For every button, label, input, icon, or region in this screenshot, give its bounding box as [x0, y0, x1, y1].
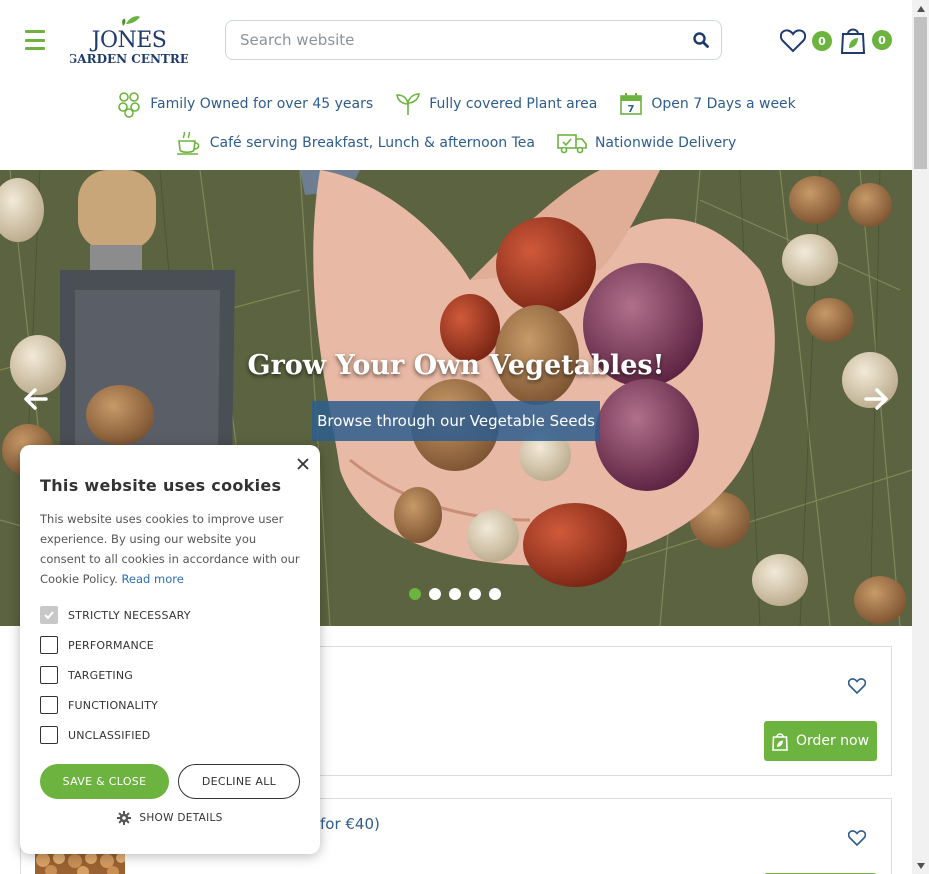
delivery-truck-icon: [557, 134, 587, 154]
cart-button[interactable]: 0: [840, 24, 896, 56]
cookie-option-label: TARGETING: [68, 668, 134, 682]
cookie-option-label: FUNCTIONALITY: [68, 698, 159, 712]
cookie-dialog: This website uses cookies This website u…: [20, 445, 320, 854]
slider-dots: [409, 588, 501, 600]
triangle-down-icon: [916, 862, 925, 869]
add-to-wishlist-button[interactable]: [847, 678, 868, 696]
slider-dot-5[interactable]: [489, 588, 501, 600]
sprout-icon: [396, 93, 421, 115]
heart-icon: [847, 678, 867, 695]
cookie-description: This website uses cookies to improve use…: [40, 509, 302, 589]
arrow-right-icon: [864, 388, 888, 410]
usp-plant-area-text: Fully covered Plant area: [429, 96, 598, 112]
slider-next-button[interactable]: [862, 385, 890, 413]
add-to-wishlist-button[interactable]: [847, 830, 868, 848]
close-icon: [297, 458, 309, 470]
usp-open-7-days: 7 Open 7 Days a week: [619, 92, 796, 116]
cookie-title: This website uses cookies: [40, 476, 282, 495]
usp-open-7-days-text: Open 7 Days a week: [651, 96, 796, 112]
cookie-checkbox[interactable]: [40, 606, 58, 624]
slider-dot-4[interactable]: [469, 588, 481, 600]
usp-row-1: Family Owned for over 45 years Fully cov…: [0, 90, 912, 118]
scroll-down-button[interactable]: [912, 857, 929, 874]
cookie-option-strictly-necessary[interactable]: STRICTLY NECESSARY: [40, 606, 191, 624]
arrow-left-icon: [24, 388, 48, 410]
cookie-option-performance[interactable]: PERFORMANCE: [40, 636, 154, 654]
shopping-bag-icon: [772, 733, 788, 751]
usp-plant-area: Fully covered Plant area: [395, 92, 597, 116]
firewood-image: [35, 852, 125, 874]
cart-count-badge: 0: [872, 30, 892, 50]
usp-delivery-text: Nationwide Delivery: [594, 135, 737, 151]
wishlist-count-badge: 0: [812, 31, 832, 51]
logo-jones-text: JONES: [90, 28, 167, 53]
slider-dot-1[interactable]: [409, 588, 421, 600]
family-icon: [118, 92, 141, 118]
menu-icon[interactable]: [25, 30, 45, 50]
close-cookie-button[interactable]: [294, 455, 312, 473]
site-header: JONES GARDEN CENTRE 0 0: [0, 0, 912, 170]
search-input[interactable]: [226, 21, 681, 59]
cookie-option-label: PERFORMANCE: [68, 638, 154, 652]
order-now-button[interactable]: Order now: [764, 721, 877, 761]
cookie-option-unclassified[interactable]: UNCLASSIFIED: [40, 726, 150, 744]
coffee-cup-icon: [176, 131, 200, 155]
search-icon: [693, 32, 709, 48]
search-button[interactable]: [681, 21, 721, 59]
checkmark-icon: [44, 611, 54, 620]
cookie-checkbox[interactable]: [40, 726, 58, 744]
cookie-checkbox[interactable]: [40, 636, 58, 654]
decline-all-button[interactable]: DECLINE ALL: [178, 764, 300, 799]
usp-cafe-text: Café serving Breakfast, Lunch & afternoo…: [209, 135, 535, 151]
hero-cta-button[interactable]: Browse through our Vegetable Seeds: [312, 401, 600, 441]
scroll-up-button[interactable]: [912, 0, 929, 17]
heart-icon: [780, 29, 806, 53]
show-details-label: SHOW DETAILS: [139, 812, 223, 824]
show-details-button[interactable]: SHOW DETAILS: [20, 811, 320, 825]
triangle-up-icon: [916, 5, 925, 12]
slider-prev-button[interactable]: [22, 385, 50, 413]
product-image[interactable]: [35, 852, 125, 874]
cookie-option-label: UNCLASSIFIED: [68, 728, 151, 742]
usp-delivery: Nationwide Delivery: [557, 132, 736, 154]
heart-icon: [847, 830, 867, 847]
product-title[interactable]: for €40): [320, 815, 380, 833]
logo-garden-centre-text: GARDEN CENTRE: [70, 52, 188, 66]
usp-row-2: Café serving Breakfast, Lunch & afternoo…: [0, 130, 912, 156]
cookie-checkbox[interactable]: [40, 696, 58, 714]
search-box: [225, 20, 722, 60]
scrollbar-thumb[interactable]: [914, 17, 927, 169]
site-logo[interactable]: JONES GARDEN CENTRE: [67, 16, 189, 68]
usp-family-owned-text: Family Owned for over 45 years: [150, 96, 374, 112]
usp-cafe: Café serving Breakfast, Lunch & afternoo…: [176, 130, 535, 156]
order-now-label: Order now: [795, 733, 870, 749]
shopping-bag-icon: [840, 28, 866, 54]
slider-dot-2[interactable]: [429, 588, 441, 600]
gear-icon: [117, 811, 132, 825]
read-more-link[interactable]: Read more: [121, 572, 183, 586]
page-scrollbar[interactable]: [912, 0, 929, 874]
usp-family-owned: Family Owned for over 45 years: [116, 90, 373, 118]
wishlist-button[interactable]: 0: [780, 26, 836, 56]
cookie-option-functionality[interactable]: FUNCTIONALITY: [40, 696, 158, 714]
cookie-checkbox[interactable]: [40, 666, 58, 684]
calendar-icon: 7: [620, 93, 643, 115]
slider-dot-3[interactable]: [449, 588, 461, 600]
save-and-close-button[interactable]: SAVE & CLOSE: [40, 764, 169, 799]
hero-title: Grow Your Own Vegetables!: [247, 350, 665, 381]
cookie-option-targeting[interactable]: TARGETING: [40, 666, 133, 684]
calendar-day-text: 7: [628, 104, 635, 115]
cookie-option-label: STRICTLY NECESSARY: [68, 608, 191, 622]
